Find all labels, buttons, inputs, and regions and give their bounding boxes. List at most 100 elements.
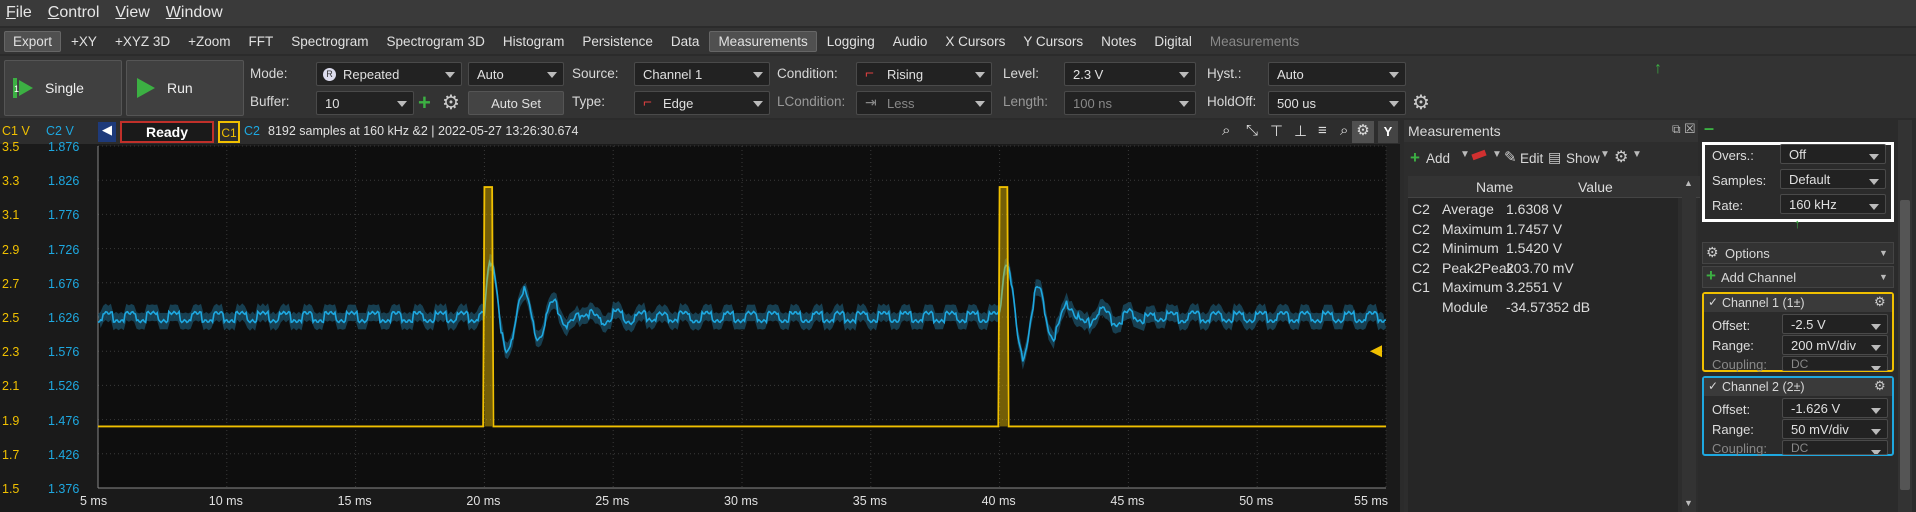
add-button[interactable]: Add — [1426, 151, 1450, 166]
add-icon[interactable]: + — [1410, 148, 1420, 168]
export-button[interactable]: Export — [4, 30, 62, 52]
tab-persistence[interactable]: Persistence — [574, 32, 661, 51]
gear-icon[interactable]: ⚙ — [1412, 90, 1430, 115]
tab-audio[interactable]: Audio — [885, 32, 936, 51]
show-button[interactable]: Show — [1566, 151, 1600, 166]
tab-y-cursors[interactable]: Y Cursors — [1015, 32, 1091, 51]
chevron-down-icon[interactable]: ▼ — [1632, 149, 1642, 160]
rate-select[interactable]: 160 kHz — [1780, 194, 1886, 214]
time-tick-label: 35 ms — [852, 494, 887, 508]
scroll-down-icon[interactable]: ▼ — [1684, 498, 1693, 508]
edit-button[interactable]: Edit — [1520, 151, 1543, 166]
collapse-icon[interactable]: – — [1704, 118, 1714, 139]
auto-select[interactable]: Auto — [468, 62, 564, 86]
side-scrollbar[interactable] — [1898, 120, 1912, 512]
source-select[interactable]: Channel 1 — [634, 62, 770, 86]
c2-tick-label: 1.726 — [48, 242, 80, 257]
c2-badge[interactable]: C2 — [244, 124, 260, 138]
add-icon[interactable]: + — [418, 90, 431, 116]
tab-histogram[interactable]: Histogram — [495, 32, 573, 51]
overs-select[interactable]: Off — [1780, 144, 1886, 164]
hyst-select[interactable]: Auto — [1268, 62, 1406, 86]
menu-window[interactable]: Window — [166, 4, 223, 22]
remove-icon[interactable] — [1471, 149, 1487, 161]
c1-tick-label: 3.5 — [2, 140, 20, 154]
arrow-up-icon[interactable]: ↑ — [1654, 60, 1662, 78]
status-badge: Ready — [120, 121, 214, 143]
table-icon[interactable]: ▤ — [1548, 149, 1561, 166]
lines-icon[interactable]: ≡ — [1318, 122, 1327, 139]
condition-select[interactable]: ⌐ Rising — [856, 62, 992, 86]
side-scrollbar-thumb[interactable] — [1900, 200, 1910, 490]
float-icon[interactable]: ⧉ — [1672, 122, 1681, 137]
measurements-scrollbar[interactable]: ▲ ▼ — [1682, 176, 1696, 512]
tab-digital[interactable]: Digital — [1146, 32, 1200, 51]
c2-tick-label: 1.676 — [48, 276, 80, 291]
tab-fft[interactable]: FFT — [241, 32, 282, 51]
lcondition-label: LCondition: — [777, 94, 846, 109]
ch2-offset-input[interactable]: -1.626 V — [1782, 398, 1888, 418]
align-top-icon[interactable]: ⊤ — [1270, 122, 1283, 140]
samples-select[interactable]: Default — [1780, 169, 1886, 189]
ch1-offset-input[interactable]: -2.5 V — [1782, 314, 1888, 334]
tab-notes[interactable]: Notes — [1093, 32, 1144, 51]
zoom-icon[interactable]: ⌕ — [1222, 122, 1230, 139]
tab-measurements[interactable]: Measurements — [709, 30, 817, 52]
tab-spectrogram[interactable]: Spectrogram — [283, 32, 376, 51]
zoom-fit-icon[interactable]: ⤡ — [1246, 122, 1258, 139]
single-button[interactable]: 1 Single — [4, 60, 122, 116]
edit-icon[interactable]: ✎ — [1504, 148, 1517, 166]
ch1-range-select[interactable]: 200 mV/div — [1782, 335, 1888, 355]
mode-select[interactable]: R Repeated — [316, 62, 462, 86]
check-icon[interactable]: ✓ — [1708, 379, 1718, 393]
arrow-up-icon[interactable]: ↑ — [1794, 216, 1801, 231]
magnifier-icon[interactable]: ⌕ — [1340, 122, 1348, 139]
check-icon[interactable]: ✓ — [1708, 295, 1718, 309]
close-icon[interactable]: ☒ — [1684, 121, 1696, 137]
tab-x-cursors[interactable]: X Cursors — [937, 32, 1013, 51]
type-select[interactable]: ⌐ Edge — [634, 91, 770, 115]
source-value: Channel 1 — [643, 67, 703, 82]
tab-data[interactable]: Data — [663, 32, 708, 51]
settings-icon[interactable]: ⚙ — [1352, 121, 1374, 143]
collapse-left-icon[interactable]: ◀ — [98, 122, 116, 142]
y-axis-toggle[interactable]: Y — [1378, 121, 1398, 143]
gear-icon[interactable]: ⚙ — [1874, 294, 1886, 310]
chevron-down-icon[interactable]: ▼ — [1600, 149, 1610, 160]
channel-1-title[interactable]: Channel 1 (1±) — [1722, 296, 1805, 310]
waveform-plot[interactable] — [0, 144, 1400, 512]
length-input[interactable]: 100 ns — [1064, 91, 1196, 115]
auto-set-button[interactable]: Auto Set — [468, 91, 564, 115]
gear-icon[interactable]: ⚙ — [442, 90, 460, 115]
level-input[interactable]: 2.3 V — [1064, 62, 1196, 86]
tab-zoom[interactable]: +Zoom — [180, 32, 238, 51]
table-row[interactable]: Module -34.57352 dB — [1408, 296, 1700, 320]
ch1-coupling-select[interactable]: DC — [1782, 356, 1888, 371]
gear-icon[interactable]: ⚙ — [1874, 378, 1886, 394]
buffer-input[interactable]: 10 — [316, 91, 414, 115]
run-button[interactable]: Run — [126, 60, 244, 116]
channel-2-title[interactable]: Channel 2 (2±) — [1722, 380, 1805, 394]
tab-logging[interactable]: Logging — [819, 32, 883, 51]
col-value-header[interactable]: Value — [1578, 179, 1613, 195]
c1-badge[interactable]: C1 — [218, 121, 240, 143]
tab-xy[interactable]: +XY — [63, 32, 105, 51]
options-header[interactable]: ⚙ Options ▼ — [1702, 242, 1894, 264]
menu-control[interactable]: Control — [48, 4, 100, 22]
ch2-coupling-select[interactable]: DC — [1782, 440, 1888, 455]
ch2-range-select[interactable]: 50 mV/div — [1782, 419, 1888, 439]
add-channel-button[interactable]: + Add Channel ▼ — [1702, 266, 1894, 288]
holdoff-input[interactable]: 500 us — [1268, 91, 1406, 115]
menu-view[interactable]: View — [115, 4, 149, 22]
lcondition-select[interactable]: ⇥ Less — [856, 91, 992, 115]
tab-measurements-2[interactable]: Measurements — [1202, 32, 1307, 51]
scroll-up-icon[interactable]: ▲ — [1684, 178, 1693, 188]
gear-icon[interactable]: ⚙ — [1614, 147, 1628, 167]
col-name-header[interactable]: Name — [1476, 179, 1513, 195]
chevron-down-icon[interactable]: ▼ — [1492, 149, 1502, 160]
chevron-down-icon[interactable]: ▼ — [1460, 149, 1470, 160]
tab-xyz-3d[interactable]: +XYZ 3D — [107, 32, 178, 51]
menu-file[interactable]: File — [6, 4, 32, 22]
tab-spectrogram-3d[interactable]: Spectrogram 3D — [379, 32, 493, 51]
align-bottom-icon[interactable]: ⊥ — [1294, 122, 1307, 140]
